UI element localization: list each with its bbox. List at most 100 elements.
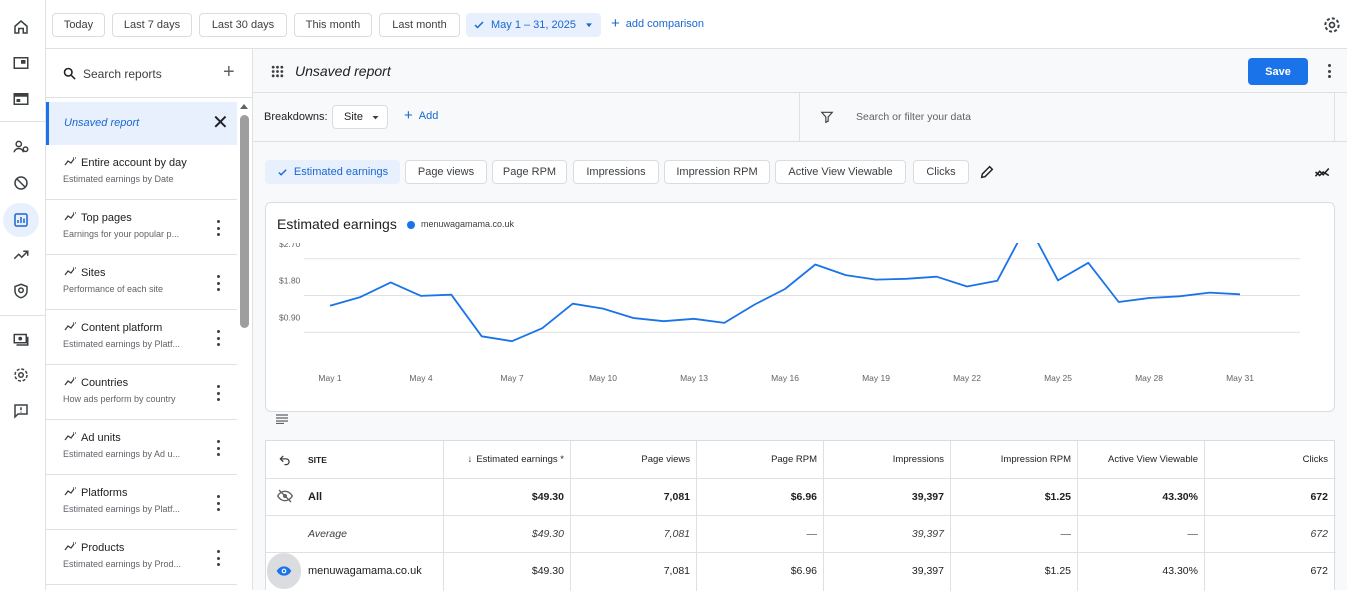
dropdown-arrow-icon: [586, 23, 592, 28]
report-item[interactable]: Platforms Estimated earnings by Platf...: [46, 475, 237, 530]
filter-icon[interactable]: [820, 110, 834, 124]
date-chip-last-month[interactable]: Last month: [379, 13, 460, 37]
date-chip-last-30-days[interactable]: Last 30 days: [199, 13, 287, 37]
data-point: [844, 273, 848, 277]
report-title[interactable]: Unsaved report: [295, 63, 391, 79]
payments-icon[interactable]: [8, 326, 34, 352]
sites-icon[interactable]: [8, 86, 34, 112]
y-tick-label: $1.80: [279, 276, 301, 286]
column-header[interactable]: Impressions: [823, 441, 944, 478]
report-more-icon[interactable]: [213, 495, 223, 511]
report-item[interactable]: Content platform Estimated earnings by Pl…: [46, 310, 237, 365]
table-cell: 7,081: [663, 527, 690, 540]
date-range-toolbar: Today Last 7 days Last 30 days This mont…: [46, 0, 1347, 49]
scrollbar-thumb[interactable]: [240, 115, 249, 328]
table-toggle-icon[interactable]: [276, 414, 288, 424]
metric-chip[interactable]: Impressions: [573, 160, 659, 184]
column-header[interactable]: ↓ Estimated earnings *: [443, 441, 564, 478]
nav-rail: [0, 0, 46, 590]
data-point: [692, 317, 696, 321]
date-chip-today[interactable]: Today: [52, 13, 105, 37]
column-header[interactable]: Clicks: [1204, 441, 1328, 478]
report-more-icon[interactable]: [213, 550, 223, 566]
report-item[interactable]: Ad units Estimated earnings by Ad u...: [46, 420, 237, 475]
saved-report-icon: [64, 212, 77, 221]
settings-icon[interactable]: [8, 362, 34, 388]
plus-icon: +: [611, 15, 620, 32]
new-report-icon[interactable]: +: [223, 62, 235, 82]
report-more-icon[interactable]: [213, 220, 223, 236]
check-icon: [278, 168, 287, 176]
report-item-subtitle: Estimated earnings by Date: [63, 174, 174, 184]
apps-grid-icon[interactable]: [271, 65, 284, 78]
saved-report-icon: [64, 322, 77, 331]
metric-chip[interactable]: Page RPM: [492, 160, 567, 184]
column-header[interactable]: Impression RPM: [950, 441, 1071, 478]
more-options-icon[interactable]: [1326, 64, 1332, 78]
table-row[interactable]: All $49.30 7,081 $6.96 39,397 $1.25 43.30% 672: [266, 478, 1334, 515]
legend-label: menuwagamama.co.uk: [421, 219, 515, 229]
metric-chip[interactable]: Page views: [405, 160, 487, 184]
undo-icon[interactable]: [278, 453, 292, 467]
chart-title: Estimated earnings: [277, 216, 397, 232]
visibility-off-icon[interactable]: [276, 489, 294, 503]
report-item[interactable]: Countries How ads perform by country: [46, 365, 237, 420]
home-icon[interactable]: [8, 14, 34, 40]
close-icon[interactable]: ✕: [212, 110, 229, 135]
column-header-label: Estimated earnings *: [476, 454, 564, 465]
report-item[interactable]: Top pages Earnings for your popular p...: [46, 200, 237, 255]
report-item-title: Products: [81, 542, 125, 554]
blocking-controls-icon[interactable]: [8, 170, 34, 196]
metric-chip[interactable]: Impression RPM: [664, 160, 770, 184]
report-item-subtitle: Estimated earnings by Ad u...: [63, 449, 181, 459]
report-item[interactable]: Entire account by day Estimated earnings …: [46, 145, 237, 200]
edit-metrics-icon[interactable]: [979, 164, 995, 180]
metric-chip-label: Estimated earnings: [293, 166, 389, 178]
chart-type-icon[interactable]: [1314, 165, 1331, 179]
policy-center-icon[interactable]: [8, 278, 34, 304]
table-row[interactable]: menuwagamama.co.uk $49.30 7,081 $6.96 39,397…: [266, 552, 1334, 589]
metric-chip[interactable]: Clicks: [913, 160, 969, 184]
y-tick-label: $0.90: [279, 312, 301, 322]
metric-chip[interactable]: Active View Viewable: [775, 160, 906, 184]
data-point: [965, 285, 969, 289]
visibility-icon[interactable]: [267, 553, 301, 589]
breakdown-site-dropdown[interactable]: Site: [332, 105, 388, 129]
column-header[interactable]: Page RPM: [696, 441, 817, 478]
metric-chip[interactable]: Estimated earnings: [265, 160, 400, 184]
column-header[interactable]: Active View Viewable: [1077, 441, 1198, 478]
report-more-icon[interactable]: [213, 440, 223, 456]
ad-display-icon[interactable]: [8, 50, 34, 76]
saved-report-icon: [64, 157, 77, 166]
active-report-item[interactable]: Unsaved report ✕: [46, 102, 237, 145]
optimization-icon[interactable]: [8, 242, 34, 268]
add-comparison-button[interactable]: + add comparison: [611, 15, 704, 32]
date-range-selector[interactable]: May 1 – 31, 2025: [466, 13, 601, 37]
sidebar-scrollbar[interactable]: [237, 102, 253, 590]
report-item[interactable]: Products Estimated earnings by Prod...: [46, 530, 237, 585]
data-point: [874, 278, 878, 282]
date-chip-last-7-days[interactable]: Last 7 days: [112, 13, 192, 37]
table-cell: 672: [1310, 490, 1328, 503]
data-point: [813, 262, 817, 266]
report-item-title: Platforms: [81, 487, 128, 499]
filter-search-input[interactable]: Search or filter your data: [856, 111, 971, 123]
report-item-subtitle: Estimated earnings by Prod...: [63, 559, 182, 569]
add-breakdown-button[interactable]: + Add: [404, 108, 438, 123]
report-item[interactable]: Sites Performance of each site: [46, 255, 237, 310]
save-button[interactable]: Save: [1248, 58, 1308, 85]
page-settings-icon[interactable]: [1322, 15, 1342, 35]
report-more-icon[interactable]: [213, 275, 223, 291]
report-search[interactable]: Search reports +: [46, 49, 253, 98]
privacy-messaging-icon[interactable]: [8, 134, 34, 160]
reports-icon[interactable]: [3, 203, 39, 237]
report-more-icon[interactable]: [213, 330, 223, 346]
feedback-icon[interactable]: [8, 398, 34, 424]
column-header[interactable]: SITE: [308, 441, 327, 478]
saved-report-icon: [64, 432, 77, 441]
report-more-icon[interactable]: [213, 385, 223, 401]
column-header[interactable]: Page views: [570, 441, 690, 478]
table-row[interactable]: Average $49.30 7,081 — 39,397 — — 672: [266, 515, 1334, 552]
breakdowns-label: Breakdowns:: [264, 111, 328, 123]
date-chip-this-month[interactable]: This month: [294, 13, 372, 37]
